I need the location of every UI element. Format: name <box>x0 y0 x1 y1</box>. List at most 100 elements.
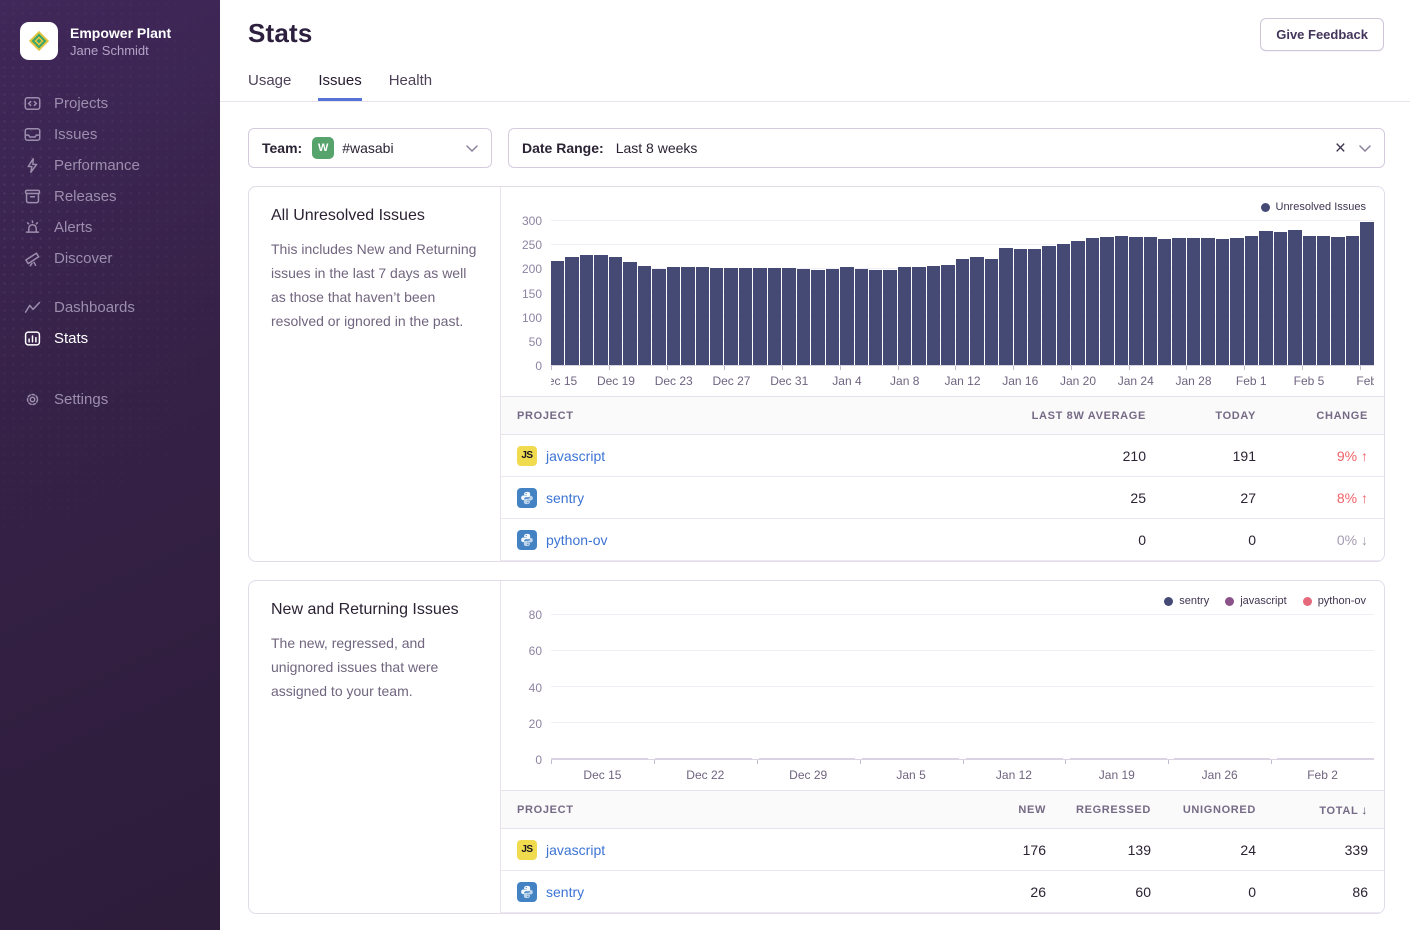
sidebar-item-settings[interactable]: Settings <box>0 384 220 415</box>
org-info: Empower Plant Jane Schmidt <box>70 24 171 59</box>
tab-usage[interactable]: Usage <box>248 72 291 101</box>
empower-plant-logo-icon <box>28 30 50 52</box>
unignored-value: 0 <box>1167 884 1272 900</box>
avg-value: 25 <box>1007 490 1162 506</box>
new-returning-issues-panel: New and Returning Issues The new, regres… <box>248 580 1385 914</box>
project-link[interactable]: javascript <box>546 448 605 464</box>
change-value: 9% ↑ <box>1272 448 1384 464</box>
project-link[interactable]: sentry <box>546 490 584 506</box>
sidebar-item-releases[interactable]: Releases <box>0 181 220 212</box>
unresolved-bar <box>1129 237 1142 365</box>
bar-segment-sentry <box>862 758 959 759</box>
legend-item-sentry[interactable]: sentry <box>1164 595 1209 607</box>
panel-description-column: All Unresolved Issues This includes New … <box>249 187 501 561</box>
unresolved-bar <box>768 268 781 365</box>
sidebar-item-issues[interactable]: Issues <box>0 119 220 150</box>
give-feedback-button[interactable]: Give Feedback <box>1260 18 1384 51</box>
new-returning-issues-table: PROJECT NEW REGRESSED UNIGNORED TOTAL↓ J… <box>501 790 1384 913</box>
panel-description: This includes New and Returning issues i… <box>271 237 478 333</box>
sidebar-item-discover[interactable]: Discover <box>0 243 220 274</box>
sidebar-item-projects[interactable]: Projects <box>0 88 220 119</box>
chart-plot <box>551 615 1374 760</box>
tab-issues[interactable]: Issues <box>318 72 361 101</box>
date-range-label: Date Range: <box>522 140 604 156</box>
sidebar-item-alerts[interactable]: Alerts <box>0 212 220 243</box>
unresolved-bar <box>1259 231 1272 365</box>
unresolved-bar <box>551 261 564 365</box>
bar-segment-sentry <box>1070 758 1167 759</box>
performance-icon <box>23 157 41 175</box>
unresolved-bar <box>1115 236 1128 365</box>
org-switcher[interactable]: Empower Plant Jane Schmidt <box>0 22 220 60</box>
tab-health[interactable]: Health <box>389 72 432 101</box>
tab-bar: Usage Issues Health <box>248 72 1384 101</box>
chart-legend: Unresolved Issues <box>511 201 1374 221</box>
bar-segment-sentry <box>551 758 648 759</box>
legend-item-unresolved[interactable]: Unresolved Issues <box>1261 201 1367 213</box>
legend-item-python-ov[interactable]: python-ov <box>1303 595 1366 607</box>
unresolved-bar <box>1172 238 1185 365</box>
unresolved-bar <box>1216 239 1229 365</box>
sidebar-item-label: Alerts <box>54 219 92 236</box>
date-range-select[interactable]: Date Range: Last 8 weeks × <box>508 128 1385 168</box>
column-header-unignored[interactable]: UNIGNORED <box>1167 804 1272 816</box>
python-platform-icon <box>517 488 537 508</box>
org-user: Jane Schmidt <box>70 42 171 59</box>
unresolved-bar <box>623 262 636 365</box>
project-link[interactable]: sentry <box>546 884 584 900</box>
nav-divider <box>0 354 220 384</box>
sidebar-item-label: Issues <box>54 126 97 143</box>
unresolved-bar <box>594 255 607 365</box>
unresolved-bar <box>1042 246 1055 365</box>
today-value: 27 <box>1162 490 1272 506</box>
javascript-platform-icon: JS <box>517 840 537 860</box>
python-platform-icon <box>517 882 537 902</box>
stacked-bar <box>1174 758 1271 759</box>
unresolved-bar <box>782 268 795 365</box>
date-range-value: Last 8 weeks <box>616 140 698 156</box>
unresolved-bar <box>1071 241 1084 365</box>
regressed-value: 60 <box>1062 884 1167 900</box>
unresolved-bar <box>681 267 694 365</box>
sidebar-item-stats[interactable]: Stats <box>0 323 220 354</box>
unresolved-bar <box>1245 236 1258 365</box>
sidebar-item-performance[interactable]: Performance <box>0 150 220 181</box>
stacked-bar-series <box>551 615 1374 759</box>
clear-icon[interactable]: × <box>1335 139 1346 158</box>
new-returning-issues-chart: sentry javascript python-ov 020406080 <box>501 581 1384 788</box>
new-value: 26 <box>957 884 1062 900</box>
project-link[interactable]: python-ov <box>546 532 607 548</box>
column-header-average[interactable]: LAST 8W AVERAGE <box>1007 410 1162 422</box>
page-header: Stats Give Feedback Usage Issues Health <box>220 0 1410 102</box>
table-row: sentry 26 60 0 86 <box>501 871 1384 913</box>
unresolved-bar <box>1303 236 1316 365</box>
unresolved-bar <box>826 269 839 365</box>
sidebar-item-label: Releases <box>54 188 117 205</box>
sidebar-item-label: Projects <box>54 95 108 112</box>
team-label: Team: <box>262 140 302 156</box>
unresolved-bar <box>580 255 593 365</box>
project-link[interactable]: javascript <box>546 842 605 858</box>
primary-nav: Projects Issues Performance Releases Ale… <box>0 88 220 415</box>
sidebar-item-dashboards[interactable]: Dashboards <box>0 292 220 323</box>
column-header-total[interactable]: TOTAL↓ <box>1272 803 1384 817</box>
column-header-new[interactable]: NEW <box>957 804 1062 816</box>
legend-item-javascript[interactable]: javascript <box>1225 595 1286 607</box>
org-name: Empower Plant <box>70 24 171 42</box>
team-select[interactable]: Team: W #wasabi <box>248 128 492 168</box>
projects-icon <box>23 95 41 113</box>
column-header-regressed[interactable]: REGRESSED <box>1062 804 1167 816</box>
unresolved-bar <box>696 267 709 365</box>
column-header-project[interactable]: PROJECT <box>501 804 957 816</box>
panel-title: New and Returning Issues <box>271 601 478 619</box>
column-header-today[interactable]: TODAY <box>1162 410 1272 422</box>
table-row: JS javascript 176 139 24 339 <box>501 829 1384 871</box>
unresolved-bar <box>956 259 969 365</box>
stacked-bar <box>862 758 959 759</box>
column-header-change[interactable]: CHANGE <box>1272 410 1384 422</box>
change-value: 0% ↓ <box>1272 532 1384 548</box>
unresolved-bar <box>855 269 868 365</box>
y-axis: 020406080 <box>511 615 551 760</box>
column-header-project[interactable]: PROJECT <box>501 410 1007 422</box>
arrow-down-icon: ↓ <box>1361 532 1368 548</box>
